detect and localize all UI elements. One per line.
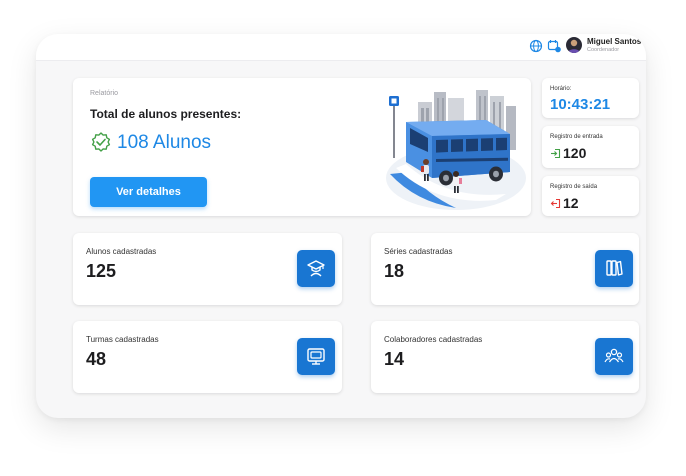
details-button[interactable]: Ver detalhes xyxy=(90,177,207,207)
stat-card-turmas[interactable]: Turmas cadastradas 48 xyxy=(73,321,342,393)
stat-card-colaboradores[interactable]: Colaboradores cadastradas 14 xyxy=(371,321,639,393)
exit-card: Registro de saída 12 xyxy=(542,176,639,216)
report-title: Total de alunos presentes: xyxy=(90,107,242,121)
entry-value: 120 xyxy=(563,145,587,161)
exit-label: Registro de saída xyxy=(550,184,598,190)
report-card: Relatório Total de alunos presentes: 108… xyxy=(73,78,531,216)
clock-label: Horário: xyxy=(550,86,572,92)
stat-label: Colaboradores cadastradas xyxy=(384,335,483,344)
entry-icon xyxy=(551,148,561,159)
globe-icon[interactable] xyxy=(529,39,543,53)
exit-icon xyxy=(550,198,561,209)
graduate-icon xyxy=(297,250,335,287)
stat-value: 48 xyxy=(86,349,107,369)
avatar[interactable] xyxy=(566,37,582,53)
stat-value: 125 xyxy=(86,261,117,281)
top-bar: Miguel Santos Coordenador xyxy=(36,34,646,61)
present-count: 108 Alunos xyxy=(117,132,212,153)
stat-value: 14 xyxy=(384,349,405,369)
verified-check-icon xyxy=(91,132,111,152)
entry-label: Registro de entrada xyxy=(550,134,603,140)
user-role: Coordenador xyxy=(587,47,620,53)
app-window: Miguel Santos Coordenador Relatório Tota… xyxy=(36,34,646,418)
stat-label: Turmas cadastradas xyxy=(86,335,159,344)
clock-time: 10:43:21 xyxy=(550,96,611,113)
user-photo-icon xyxy=(568,39,580,53)
user-name[interactable]: Miguel Santos xyxy=(587,37,641,46)
notification-icon[interactable] xyxy=(547,39,561,53)
report-label: Relatório xyxy=(90,90,119,97)
books-icon xyxy=(595,250,633,287)
team-icon xyxy=(595,338,633,375)
clock-card: Horário: 10:43:21 xyxy=(542,78,639,118)
stat-label: Séries cadastradas xyxy=(384,247,453,256)
stat-card-alunos[interactable]: Alunos cadastradas 125 xyxy=(73,233,342,305)
entry-card: Registro de entrada 120 xyxy=(542,126,639,168)
stat-card-series[interactable]: Séries cadastradas 18 xyxy=(371,233,639,305)
exit-value: 12 xyxy=(563,195,579,211)
classroom-icon xyxy=(297,338,335,375)
stat-label: Alunos cadastradas xyxy=(86,247,157,256)
school-bus-illustration xyxy=(386,90,526,210)
stat-value: 18 xyxy=(384,261,405,281)
